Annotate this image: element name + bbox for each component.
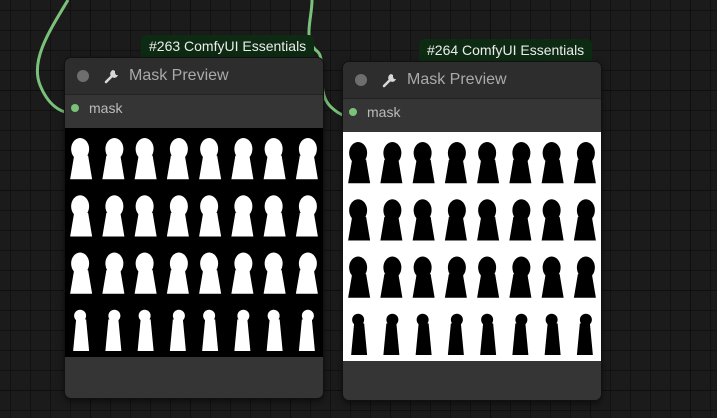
- input-label: mask: [367, 104, 401, 120]
- node-badge: #264 ComfyUI Essentials: [419, 39, 593, 61]
- node-title: Mask Preview: [129, 67, 229, 84]
- node-badge: #263 ComfyUI Essentials: [141, 35, 315, 57]
- wrench-icon: [382, 74, 396, 88]
- mask-input-slot[interactable]: mask: [65, 95, 323, 121]
- node-title-bar[interactable]: Mask Preview: [343, 62, 601, 99]
- input-label: mask: [89, 100, 123, 116]
- node-title: Mask Preview: [407, 71, 507, 88]
- mask-background: [65, 128, 323, 357]
- mask-preview-image: [343, 132, 601, 361]
- mask-input-slot[interactable]: mask: [343, 99, 601, 125]
- mask-preview-image: [65, 128, 323, 357]
- mask-preview-node[interactable]: Mask Preview mask: [343, 62, 601, 400]
- input-slot-dot-icon[interactable]: [349, 108, 357, 116]
- input-slot-dot-icon[interactable]: [71, 104, 79, 112]
- wrench-icon: [104, 70, 118, 84]
- mask-background: [343, 132, 601, 361]
- node-status-dot-icon[interactable]: [355, 74, 367, 86]
- node-status-dot-icon[interactable]: [77, 70, 89, 82]
- mask-preview-node[interactable]: Mask Preview mask: [65, 58, 323, 398]
- node-title-bar[interactable]: Mask Preview: [65, 58, 323, 95]
